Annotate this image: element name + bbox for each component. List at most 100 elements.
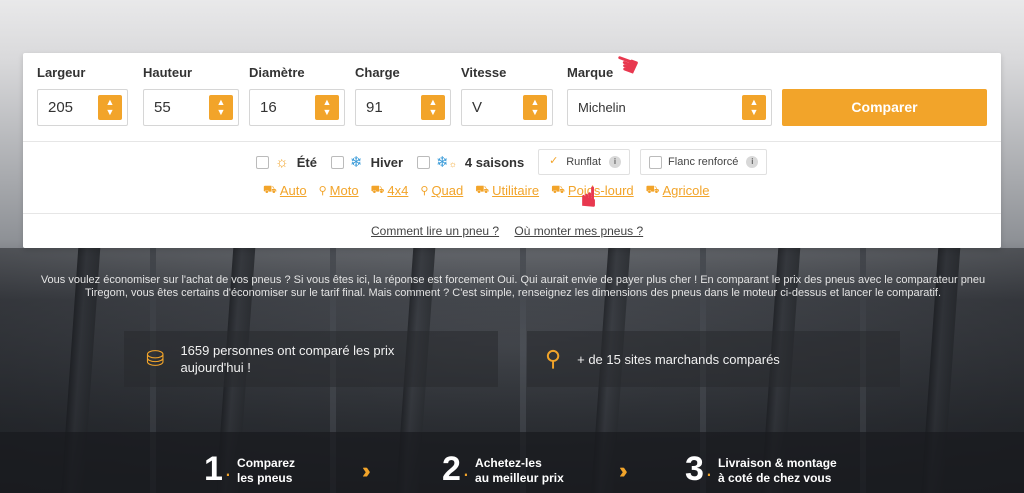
step-number: 3 bbox=[685, 450, 704, 488]
field-diametre: Diamètre 16 ▲ ▼ bbox=[249, 65, 345, 126]
select-value: Michelin bbox=[578, 100, 626, 115]
field-label: Charge bbox=[355, 65, 400, 80]
hand-pointer-icon: ☚ bbox=[573, 183, 605, 210]
vehicle-4x4[interactable]: ⛟ 4x4 bbox=[371, 183, 409, 198]
step-number: 2 bbox=[442, 450, 461, 488]
option-flanc-renforce[interactable]: Flanc renforcé i bbox=[640, 149, 768, 175]
select-value: 205 bbox=[48, 99, 74, 116]
field-label: Diamètre bbox=[249, 65, 305, 80]
vehicle-moto[interactable]: ⚲ Moto bbox=[319, 183, 359, 198]
step-line: à coté de chez vous bbox=[718, 471, 832, 485]
step-text: Livraison & montage à coté de chez vous bbox=[718, 452, 837, 486]
field-charge: Charge 91 ▲ ▼ bbox=[355, 65, 451, 126]
stat-text: 1659 personnes ont comparé les prix aujo… bbox=[180, 343, 395, 375]
divider bbox=[23, 141, 1001, 142]
field-label: Marque bbox=[567, 65, 614, 80]
up-down-icon: ▲ ▼ bbox=[742, 95, 766, 120]
stat-comparisons: ⛁ 1659 personnes ont comparé les prix au… bbox=[124, 331, 498, 387]
compare-search-icon: ⚲ bbox=[545, 346, 562, 371]
vitesse-select[interactable]: V ▲ ▼ bbox=[461, 89, 553, 126]
step-number: 1 bbox=[204, 450, 223, 488]
field-largeur: Largeur 205 ▲ ▼ bbox=[37, 65, 128, 126]
vehicle-quad[interactable]: ⚲ Quad bbox=[420, 183, 463, 198]
step-3: 3 . Livraison & montage à coté de chez vo… bbox=[685, 452, 837, 486]
diametre-select[interactable]: 16 ▲ ▼ bbox=[249, 89, 345, 126]
suv-icon: ⛟ bbox=[370, 183, 385, 196]
step-dot: . bbox=[705, 456, 713, 481]
step-dot: . bbox=[462, 456, 470, 481]
step-1: 1 . Comparez les pneus bbox=[204, 452, 295, 486]
up-down-icon: ▲ ▼ bbox=[315, 95, 339, 120]
season-4-saisons[interactable]: ❄☼ 4 saisons bbox=[417, 153, 524, 171]
step-line: Comparez bbox=[237, 456, 296, 470]
up-down-icon: ▲ ▼ bbox=[98, 95, 122, 120]
help-link-lire-pneu[interactable]: Comment lire un pneu ? bbox=[371, 224, 499, 238]
step-line: les pneus bbox=[237, 471, 293, 485]
season-label: Été bbox=[296, 154, 317, 170]
field-label: Hauteur bbox=[143, 65, 193, 80]
divider bbox=[23, 213, 1001, 214]
help-links: Comment lire un pneu ? Où monter mes pne… bbox=[371, 224, 655, 238]
select-value: V bbox=[472, 99, 483, 116]
step-line: Achetez-les bbox=[475, 456, 542, 470]
stat-sites: ⚲ + de 15 sites marchands comparés bbox=[527, 331, 900, 387]
largeur-select[interactable]: 205 ▲ ▼ bbox=[37, 89, 128, 126]
step-dot: . bbox=[224, 456, 232, 481]
vehicle-types: ⛟ Auto ⚲ Moto ⛟ 4x4 ⚲ Quad ⛟ Utilitaire ⛟ Poid… bbox=[263, 183, 721, 198]
up-down-icon: ▲ ▼ bbox=[209, 95, 233, 120]
select-value: 55 bbox=[154, 99, 171, 116]
info-icon[interactable]: i bbox=[609, 156, 622, 168]
option-runflat[interactable]: ✓ Runflat i bbox=[538, 149, 631, 175]
select-value: 16 bbox=[260, 99, 277, 116]
vehicle-auto[interactable]: ⛟ Auto bbox=[263, 183, 307, 198]
checkbox[interactable] bbox=[330, 155, 344, 169]
season-ete[interactable]: ☼ Été bbox=[256, 154, 317, 171]
field-hauteur: Hauteur 55 ▲ ▼ bbox=[143, 65, 239, 126]
marque-select[interactable]: Michelin ▲ ▼ bbox=[567, 89, 772, 126]
vehicle-utilitaire[interactable]: ⛟ Utilitaire bbox=[475, 183, 539, 198]
double-chevron-icon: ›› bbox=[619, 458, 627, 483]
all-season-icon: ❄☼ bbox=[436, 154, 457, 171]
sun-icon: ☼ bbox=[275, 153, 289, 171]
help-link-monter-pneus[interactable]: Où monter mes pneus ? bbox=[514, 224, 643, 238]
season-hiver[interactable]: ❄ Hiver bbox=[330, 153, 404, 171]
step-text: Achetez-les au meilleur prix bbox=[475, 452, 564, 486]
motorcycle-icon: ⚲ bbox=[318, 185, 327, 197]
car-icon: ⛟ bbox=[263, 183, 277, 196]
vehicle-agricole[interactable]: ⛟ Agricole bbox=[646, 183, 710, 198]
quad-icon: ⚲ bbox=[420, 185, 429, 197]
checkbox[interactable] bbox=[417, 155, 431, 169]
step-line: au meilleur prix bbox=[475, 471, 564, 485]
step-line: Livraison & montage bbox=[718, 456, 837, 470]
checkbox[interactable] bbox=[256, 155, 269, 169]
select-value: 91 bbox=[366, 99, 383, 116]
checkbox[interactable] bbox=[649, 155, 663, 169]
season-options: ☼ Été ❄ Hiver ❄☼ 4 saisons ✓ Runflat i F… bbox=[256, 149, 777, 175]
charge-select[interactable]: 91 ▲ ▼ bbox=[355, 89, 451, 126]
season-label: Hiver bbox=[370, 154, 404, 170]
van-icon: ⛟ bbox=[475, 183, 490, 196]
field-vitesse: Vitesse V ▲ ▼ bbox=[461, 65, 553, 126]
double-chevron-icon: ›› bbox=[362, 458, 370, 483]
field-label: Vitesse bbox=[461, 65, 507, 80]
step-2: 2 . Achetez-les au meilleur prix bbox=[442, 452, 564, 486]
stat-text: + de 15 sites marchands comparés bbox=[577, 351, 780, 367]
intro-text: Vous voulez économiser sur l'achat de vo… bbox=[40, 274, 986, 299]
coins-icon: ⛁ bbox=[146, 346, 165, 371]
option-label: Runflat bbox=[566, 156, 602, 168]
steps-row: 1 . Comparez les pneus ›› 2 . Achetez-les… bbox=[0, 452, 1024, 493]
step-text: Comparez les pneus bbox=[237, 452, 295, 486]
info-icon[interactable]: i bbox=[746, 156, 759, 168]
option-label: Flanc renforcé bbox=[668, 156, 739, 168]
season-label: 4 saisons bbox=[464, 154, 525, 170]
up-down-icon: ▲ ▼ bbox=[523, 95, 547, 120]
snowflake-icon: ❄ bbox=[349, 154, 363, 171]
tire-search-panel: Largeur 205 ▲ ▼ Hauteur 55 ▲ ▼ Diamètre 16… bbox=[23, 53, 1001, 248]
truck-icon: ⛟ bbox=[551, 183, 565, 196]
checkmark-icon[interactable]: ✓ bbox=[547, 155, 561, 169]
hauteur-select[interactable]: 55 ▲ ▼ bbox=[143, 89, 239, 126]
field-marque: Marque Michelin ▲ ▼ bbox=[567, 65, 772, 126]
compare-button[interactable]: Comparer bbox=[782, 89, 987, 126]
up-down-icon: ▲ ▼ bbox=[421, 95, 445, 120]
tractor-icon: ⛟ bbox=[645, 183, 660, 196]
